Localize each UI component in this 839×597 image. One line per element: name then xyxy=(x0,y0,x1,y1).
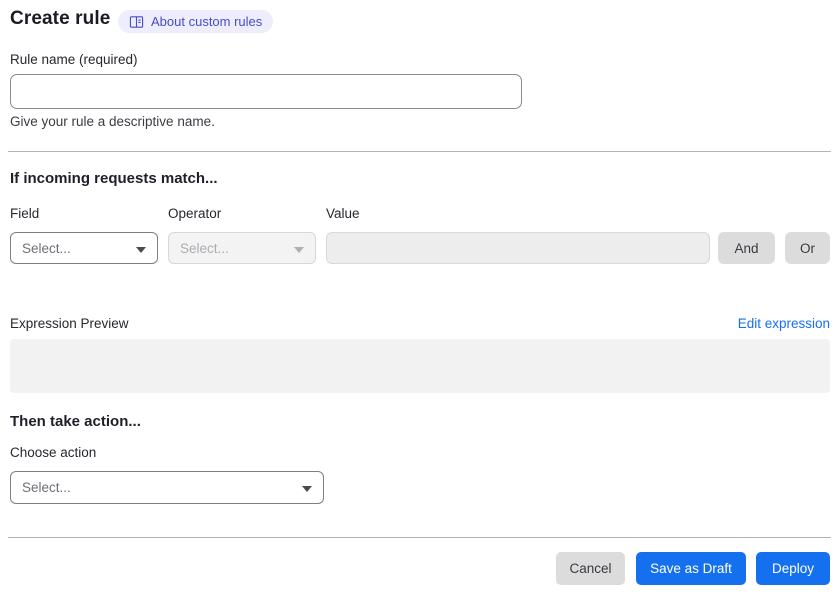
book-icon xyxy=(129,15,144,29)
rule-name-helper: Give your rule a descriptive name. xyxy=(10,114,215,129)
operator-select: Select... xyxy=(168,232,316,264)
about-badge-label: About custom rules xyxy=(151,14,263,29)
choose-action-select[interactable]: Select... xyxy=(10,471,324,504)
edit-expression-link[interactable]: Edit expression xyxy=(738,316,830,331)
expression-preview-box xyxy=(10,339,830,393)
operator-select-placeholder: Select... xyxy=(180,240,229,256)
section-divider xyxy=(8,151,831,152)
choose-action-label: Choose action xyxy=(10,445,97,460)
or-button[interactable]: Or xyxy=(785,232,830,264)
field-select[interactable]: Select... xyxy=(10,232,158,264)
chevron-down-icon xyxy=(302,480,312,495)
chevron-down-icon xyxy=(136,241,146,256)
rule-name-input[interactable] xyxy=(10,74,522,109)
field-label: Field xyxy=(10,206,40,221)
chevron-down-icon xyxy=(294,241,304,256)
match-section-heading: If incoming requests match... xyxy=(10,170,218,187)
footer-divider xyxy=(8,537,831,538)
action-section-heading: Then take action... xyxy=(10,413,141,430)
cancel-button[interactable]: Cancel xyxy=(556,552,625,585)
field-select-placeholder: Select... xyxy=(22,240,71,256)
page-title: Create rule xyxy=(10,8,111,29)
choose-action-placeholder: Select... xyxy=(22,480,71,495)
expression-preview-label: Expression Preview xyxy=(10,316,129,331)
and-button[interactable]: And xyxy=(718,232,775,264)
value-input xyxy=(326,232,710,264)
create-rule-page: Create rule About custom rules Rule name… xyxy=(0,0,839,597)
save-as-draft-button[interactable]: Save as Draft xyxy=(636,552,746,585)
operator-label: Operator xyxy=(168,206,222,221)
rule-name-label: Rule name (required) xyxy=(10,52,138,67)
value-label: Value xyxy=(326,206,360,221)
about-custom-rules-badge[interactable]: About custom rules xyxy=(118,10,274,33)
deploy-button[interactable]: Deploy xyxy=(756,552,830,585)
